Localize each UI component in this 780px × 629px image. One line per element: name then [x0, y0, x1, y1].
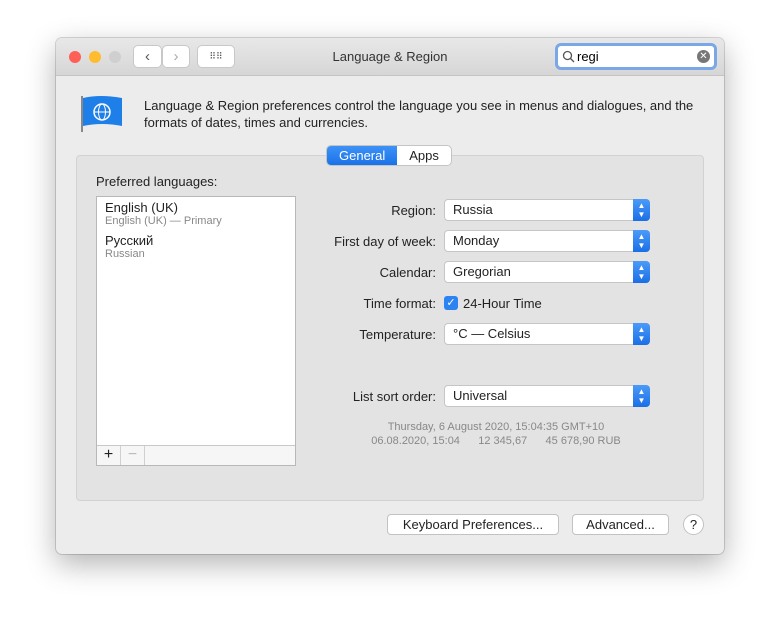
advanced-button[interactable]: Advanced...: [572, 514, 669, 535]
search-icon: [562, 50, 575, 63]
globe-flag-icon: [81, 96, 122, 132]
region-select[interactable]: Russia ▲ ▼: [444, 199, 650, 221]
region-value: Russia: [453, 202, 493, 217]
region-label: Region:: [391, 202, 436, 218]
chevron-updown-icon: ▲ ▼: [633, 323, 650, 345]
title-bar: ‹ › ⠿⠿ Language & Region ✕: [56, 38, 724, 76]
first-day-select[interactable]: Monday ▲ ▼: [444, 230, 650, 252]
preferred-languages-label: Preferred languages:: [96, 174, 218, 189]
temperature-select[interactable]: °C — Celsius ▲ ▼: [444, 323, 650, 345]
chevron-updown-icon: ▲ ▼: [633, 199, 650, 221]
tab-bar: General Apps: [326, 145, 452, 166]
calendar-row: Calendar: Gregorian ▲ ▼: [256, 261, 658, 283]
list-toolbar: + −: [97, 445, 295, 465]
help-button[interactable]: ?: [683, 514, 704, 535]
first-day-value: Monday: [453, 233, 500, 248]
description: Language & Region preferences control th…: [144, 98, 694, 130]
search-input[interactable]: [575, 49, 697, 64]
calendar-select[interactable]: Gregorian ▲ ▼: [444, 261, 650, 283]
chevron-updown-icon: ▲ ▼: [633, 385, 650, 407]
tab-general[interactable]: General: [327, 146, 398, 165]
sort-row: List sort order: Universal ▲ ▼: [256, 385, 658, 407]
tab-apps[interactable]: Apps: [397, 146, 451, 165]
calendar-label: Calendar:: [379, 264, 436, 280]
24-hour-label[interactable]: 24-Hour Time: [463, 296, 542, 311]
sort-value: Universal: [453, 388, 508, 403]
first-day-row: First day of week: Monday ▲ ▼: [256, 230, 658, 252]
clear-search-icon[interactable]: ✕: [697, 50, 710, 63]
window: ‹ › ⠿⠿ Language & Region ✕ Language & Re…: [56, 38, 724, 554]
keyboard-preferences-button[interactable]: Keyboard Preferences...: [387, 514, 559, 535]
search-field[interactable]: ✕: [555, 43, 717, 70]
first-day-label: First day of week:: [334, 233, 436, 249]
temperature-value: °C — Celsius: [453, 326, 531, 341]
time-format-label: Time format:: [363, 295, 436, 311]
sample-date: Thursday, 6 August 2020, 15:04:35 GMT+10: [387, 421, 605, 433]
sort-select[interactable]: Universal ▲ ▼: [444, 385, 650, 407]
24-hour-checkbox[interactable]: ✓: [444, 296, 458, 310]
temperature-row: Temperature: °C — Celsius ▲ ▼: [256, 323, 658, 345]
chevron-updown-icon: ▲ ▼: [633, 261, 650, 283]
temperature-label: Temperature:: [359, 326, 436, 342]
calendar-value: Gregorian: [453, 264, 511, 279]
chevron-updown-icon: ▲ ▼: [633, 230, 650, 252]
add-language-button[interactable]: +: [97, 446, 121, 465]
remove-language-button[interactable]: −: [121, 446, 145, 465]
sort-label: List sort order:: [352, 388, 436, 404]
sample-numbers: 06.08.2020, 15:04 12 345,67 45 678,90 RU…: [371, 435, 621, 447]
time-format-row: Time format: ✓ 24-Hour Time: [256, 292, 658, 314]
region-row: Region: Russia ▲ ▼: [256, 199, 658, 221]
